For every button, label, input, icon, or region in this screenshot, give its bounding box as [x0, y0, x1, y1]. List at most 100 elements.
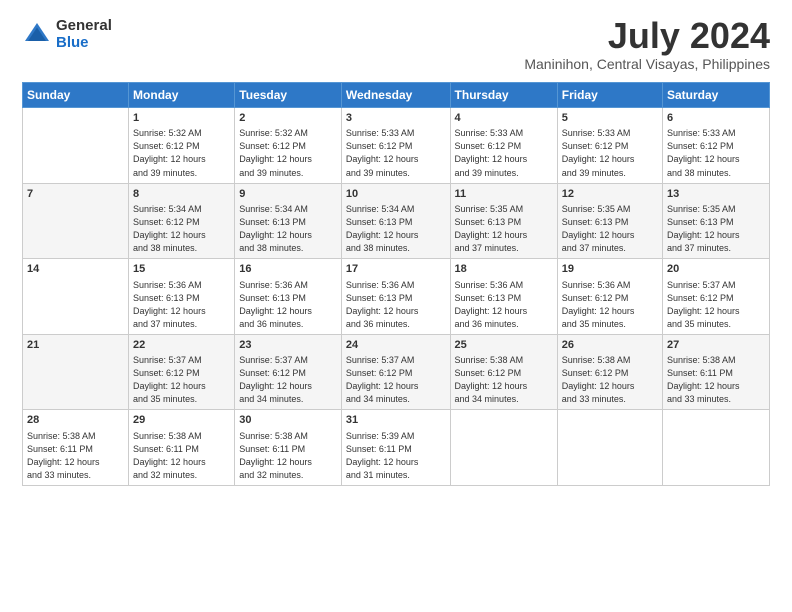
calendar-cell: 22Sunrise: 5:37 AM Sunset: 6:12 PM Dayli…: [129, 334, 235, 410]
day-info: Sunrise: 5:34 AM Sunset: 6:13 PM Dayligh…: [346, 203, 446, 255]
day-info: Sunrise: 5:36 AM Sunset: 6:13 PM Dayligh…: [346, 279, 446, 331]
day-number: 9: [239, 187, 337, 202]
day-info: Sunrise: 5:36 AM Sunset: 6:13 PM Dayligh…: [455, 279, 553, 331]
title-block: July 2024 Maninihon, Central Visayas, Ph…: [524, 18, 770, 72]
logo-blue: Blue: [56, 35, 112, 52]
day-number: 23: [239, 338, 337, 353]
calendar-cell: 24Sunrise: 5:37 AM Sunset: 6:12 PM Dayli…: [341, 334, 450, 410]
day-info: Sunrise: 5:39 AM Sunset: 6:11 PM Dayligh…: [346, 430, 446, 482]
day-info: Sunrise: 5:38 AM Sunset: 6:11 PM Dayligh…: [133, 430, 230, 482]
calendar-cell: 7: [23, 183, 129, 259]
calendar-cell: [663, 410, 770, 486]
day-number: 8: [133, 187, 230, 202]
day-info: Sunrise: 5:33 AM Sunset: 6:12 PM Dayligh…: [346, 127, 446, 179]
calendar-cell: 16 Sunrise: 5:36 AM Sunset: 6:13 PM Dayli…: [235, 259, 342, 335]
page: General Blue July 2024 Maninihon, Centra…: [0, 0, 792, 612]
day-number: 21: [27, 338, 124, 353]
day-number: 16: [239, 262, 337, 277]
calendar-cell: 20 Sunrise: 5:37 AM Sunset: 6:12 PM Dayli…: [663, 259, 770, 335]
day-number: 24: [346, 338, 446, 353]
day-info: Sunrise: 5:37 AM Sunset: 6:12 PM Dayligh…: [667, 279, 765, 331]
calendar-cell: 30Sunrise: 5:38 AM Sunset: 6:11 PM Dayli…: [235, 410, 342, 486]
day-info: Sunrise: 5:34 AM Sunset: 6:12 PM Dayligh…: [133, 203, 230, 255]
day-info: Sunrise: 5:38 AM Sunset: 6:11 PM Dayligh…: [667, 354, 765, 406]
day-info: Sunrise: 5:33 AM Sunset: 6:12 PM Dayligh…: [667, 127, 765, 179]
calendar-cell: 21: [23, 334, 129, 410]
calendar-week-3: 1415Sunrise: 5:36 AM Sunset: 6:13 PM Day…: [23, 259, 770, 335]
calendar-cell: [23, 108, 129, 184]
header-tuesday: Tuesday: [235, 83, 342, 108]
calendar-cell: 9Sunrise: 5:34 AM Sunset: 6:13 PM Daylig…: [235, 183, 342, 259]
calendar-cell: 25Sunrise: 5:38 AM Sunset: 6:12 PM Dayli…: [450, 334, 557, 410]
day-info: Sunrise: 5:32 AM Sunset: 6:12 PM Dayligh…: [239, 127, 337, 179]
day-number: 20: [667, 262, 765, 277]
logo-text: General Blue: [56, 18, 112, 51]
logo: General Blue: [22, 18, 112, 51]
day-number: 27: [667, 338, 765, 353]
calendar-header-row: SundayMondayTuesdayWednesdayThursdayFrid…: [23, 83, 770, 108]
day-number: 29: [133, 413, 230, 428]
calendar-cell: 26Sunrise: 5:38 AM Sunset: 6:12 PM Dayli…: [557, 334, 662, 410]
day-number: 17: [346, 262, 446, 277]
day-info: Sunrise: 5:35 AM Sunset: 6:13 PM Dayligh…: [562, 203, 658, 255]
calendar-cell: 11Sunrise: 5:35 AM Sunset: 6:13 PM Dayli…: [450, 183, 557, 259]
calendar-cell: 28Sunrise: 5:38 AM Sunset: 6:11 PM Dayli…: [23, 410, 129, 486]
day-number: 12: [562, 187, 658, 202]
calendar-cell: 6Sunrise: 5:33 AM Sunset: 6:12 PM Daylig…: [663, 108, 770, 184]
day-number: 26: [562, 338, 658, 353]
day-number: 1: [133, 111, 230, 126]
header-sunday: Sunday: [23, 83, 129, 108]
calendar-cell: 27Sunrise: 5:38 AM Sunset: 6:11 PM Dayli…: [663, 334, 770, 410]
day-number: 2: [239, 111, 337, 126]
day-info: Sunrise: 5:37 AM Sunset: 6:12 PM Dayligh…: [133, 354, 230, 406]
day-number: 5: [562, 111, 658, 126]
calendar-cell: 1Sunrise: 5:32 AM Sunset: 6:12 PM Daylig…: [129, 108, 235, 184]
header: General Blue July 2024 Maninihon, Centra…: [22, 18, 770, 72]
day-info: Sunrise: 5:37 AM Sunset: 6:12 PM Dayligh…: [346, 354, 446, 406]
day-number: 14: [27, 262, 124, 277]
day-number: 19: [562, 262, 658, 277]
calendar-cell: [557, 410, 662, 486]
day-number: 4: [455, 111, 553, 126]
header-thursday: Thursday: [450, 83, 557, 108]
day-info: Sunrise: 5:34 AM Sunset: 6:13 PM Dayligh…: [239, 203, 337, 255]
calendar-table: SundayMondayTuesdayWednesdayThursdayFrid…: [22, 82, 770, 486]
day-info: Sunrise: 5:33 AM Sunset: 6:12 PM Dayligh…: [455, 127, 553, 179]
day-number: 28: [27, 413, 124, 428]
day-number: 25: [455, 338, 553, 353]
calendar-cell: 23Sunrise: 5:37 AM Sunset: 6:12 PM Dayli…: [235, 334, 342, 410]
day-number: 7: [27, 187, 124, 202]
month-title: July 2024: [524, 18, 770, 54]
calendar-cell: 5Sunrise: 5:33 AM Sunset: 6:12 PM Daylig…: [557, 108, 662, 184]
calendar-cell: 19 Sunrise: 5:36 AM Sunset: 6:12 PM Dayli…: [557, 259, 662, 335]
day-info: Sunrise: 5:35 AM Sunset: 6:13 PM Dayligh…: [667, 203, 765, 255]
calendar-cell: 3Sunrise: 5:33 AM Sunset: 6:12 PM Daylig…: [341, 108, 450, 184]
location-title: Maninihon, Central Visayas, Philippines: [524, 56, 770, 72]
calendar-cell: 29 Sunrise: 5:38 AM Sunset: 6:11 PM Dayli…: [129, 410, 235, 486]
day-number: 10: [346, 187, 446, 202]
day-number: 11: [455, 187, 553, 202]
calendar-cell: 4Sunrise: 5:33 AM Sunset: 6:12 PM Daylig…: [450, 108, 557, 184]
day-number: 6: [667, 111, 765, 126]
day-info: Sunrise: 5:36 AM Sunset: 6:12 PM Dayligh…: [562, 279, 658, 331]
calendar-week-2: 78Sunrise: 5:34 AM Sunset: 6:12 PM Dayli…: [23, 183, 770, 259]
day-info: Sunrise: 5:32 AM Sunset: 6:12 PM Dayligh…: [133, 127, 230, 179]
header-saturday: Saturday: [663, 83, 770, 108]
calendar-cell: 2Sunrise: 5:32 AM Sunset: 6:12 PM Daylig…: [235, 108, 342, 184]
day-number: 3: [346, 111, 446, 126]
header-friday: Friday: [557, 83, 662, 108]
day-info: Sunrise: 5:36 AM Sunset: 6:13 PM Dayligh…: [239, 279, 337, 331]
calendar-cell: 8Sunrise: 5:34 AM Sunset: 6:12 PM Daylig…: [129, 183, 235, 259]
calendar-cell: 13Sunrise: 5:35 AM Sunset: 6:13 PM Dayli…: [663, 183, 770, 259]
day-info: Sunrise: 5:38 AM Sunset: 6:12 PM Dayligh…: [455, 354, 553, 406]
logo-icon: [22, 20, 52, 50]
header-monday: Monday: [129, 83, 235, 108]
day-number: 13: [667, 187, 765, 202]
day-number: 31: [346, 413, 446, 428]
calendar-week-4: 2122Sunrise: 5:37 AM Sunset: 6:12 PM Day…: [23, 334, 770, 410]
day-number: 22: [133, 338, 230, 353]
day-info: Sunrise: 5:38 AM Sunset: 6:12 PM Dayligh…: [562, 354, 658, 406]
header-wednesday: Wednesday: [341, 83, 450, 108]
calendar-cell: 17 Sunrise: 5:36 AM Sunset: 6:13 PM Dayli…: [341, 259, 450, 335]
calendar-cell: 12Sunrise: 5:35 AM Sunset: 6:13 PM Dayli…: [557, 183, 662, 259]
